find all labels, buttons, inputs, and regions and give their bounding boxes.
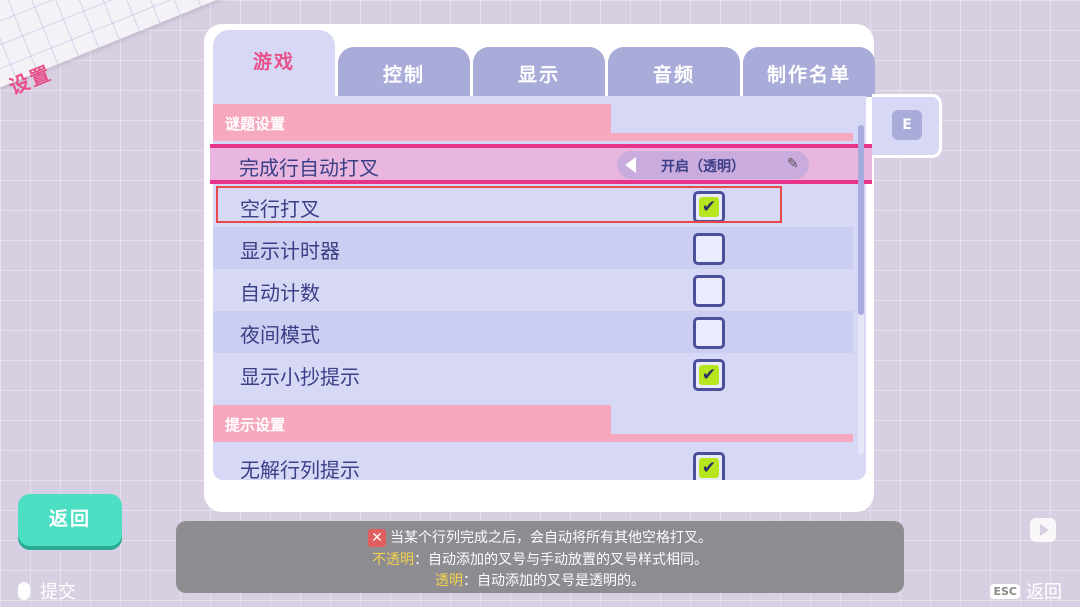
side-tab[interactable]: E xyxy=(872,94,942,158)
hint-line-1: ✕ 当某个行列完成之后，会自动将所有其他空格打叉。 xyxy=(176,527,904,547)
footer-submit[interactable]: 提交 xyxy=(18,578,76,604)
e-key-icon: E xyxy=(892,110,922,140)
cross-icon: ✕ xyxy=(368,529,386,547)
setting-row-unsolvable-hint[interactable]: 无解行列提示 ✔ xyxy=(213,446,853,480)
tab-controls[interactable]: 控制 xyxy=(338,47,470,97)
hint-line-2: 不透明：自动添加的叉号与手动放置的叉号样式相同。 xyxy=(176,549,904,569)
focus-outline xyxy=(216,186,782,223)
tab-display[interactable]: 显示 xyxy=(473,47,605,97)
setting-label: 自动计数 xyxy=(240,281,320,305)
tab-game[interactable]: 游戏 xyxy=(213,30,335,100)
auto-cross-value: 开启（透明） xyxy=(661,159,745,175)
footer-back-label: 返回 xyxy=(1026,582,1062,603)
tab-credits[interactable]: 制作名单 xyxy=(743,47,875,97)
setting-row-auto-count[interactable]: 自动计数 xyxy=(213,269,853,311)
section-title-hint: 提示设置 xyxy=(225,416,286,434)
hint-key-transparent: 透明 xyxy=(435,573,463,589)
mouse-icon xyxy=(18,582,30,600)
auto-cross-selector[interactable]: 开启（透明） ✎ xyxy=(617,151,809,179)
check-icon: ✔ xyxy=(699,458,719,478)
scrollbar-thumb[interactable] xyxy=(858,125,864,315)
hint-text-3: ：自动添加的叉号是透明的。 xyxy=(463,573,645,589)
setting-row-timer[interactable]: 显示计时器 xyxy=(213,227,853,269)
setting-label: 完成行自动打叉 xyxy=(239,156,379,180)
setting-label: 无解行列提示 xyxy=(240,458,360,480)
setting-label: 显示计时器 xyxy=(240,239,340,263)
setting-row-auto-cross[interactable]: 完成行自动打叉 开启（透明） ✎ xyxy=(210,144,872,184)
setting-row-night-mode[interactable]: 夜间模式 xyxy=(213,311,853,353)
section-header-puzzle: 谜题设置 xyxy=(213,104,853,141)
checkbox-auto-count[interactable] xyxy=(693,275,725,307)
check-icon: ✔ xyxy=(699,365,719,385)
setting-label: 夜间模式 xyxy=(240,323,320,347)
checkbox-unsolvable-hint[interactable]: ✔ xyxy=(693,452,725,480)
tab-audio[interactable]: 音频 xyxy=(608,47,740,97)
esc-key-icon: ESC xyxy=(990,584,1020,599)
hint-text-2: ：自动添加的叉号与手动放置的叉号样式相同。 xyxy=(414,552,708,568)
setting-row-cheat-hint[interactable]: 显示小抄提示 ✔ xyxy=(213,353,853,395)
hint-text-1: 当某个行列完成之后，会自动将所有其他空格打叉。 xyxy=(390,530,712,546)
checkbox-timer[interactable] xyxy=(693,233,725,265)
pin-icon: ✎ xyxy=(787,156,799,172)
video-play-icon[interactable] xyxy=(1030,518,1056,542)
checkbox-cheat-hint[interactable]: ✔ xyxy=(693,359,725,391)
scrollbar[interactable] xyxy=(858,125,864,455)
section-header-hint: 提示设置 xyxy=(213,405,853,442)
left-arrow-icon[interactable] xyxy=(625,157,636,173)
section-title-puzzle: 谜题设置 xyxy=(225,115,286,133)
checkbox-night-mode[interactable] xyxy=(693,317,725,349)
hint-line-3: 透明：自动添加的叉号是透明的。 xyxy=(176,570,904,590)
hint-key-opaque: 不透明 xyxy=(372,552,414,568)
setting-label: 显示小抄提示 xyxy=(240,365,360,389)
hint-box: ✕ 当某个行列完成之后，会自动将所有其他空格打叉。 不透明：自动添加的叉号与手动放… xyxy=(176,521,904,593)
submit-label: 提交 xyxy=(40,582,76,603)
footer-back[interactable]: ESC 返回 xyxy=(990,578,1062,604)
back-button[interactable]: 返回 xyxy=(18,494,122,546)
